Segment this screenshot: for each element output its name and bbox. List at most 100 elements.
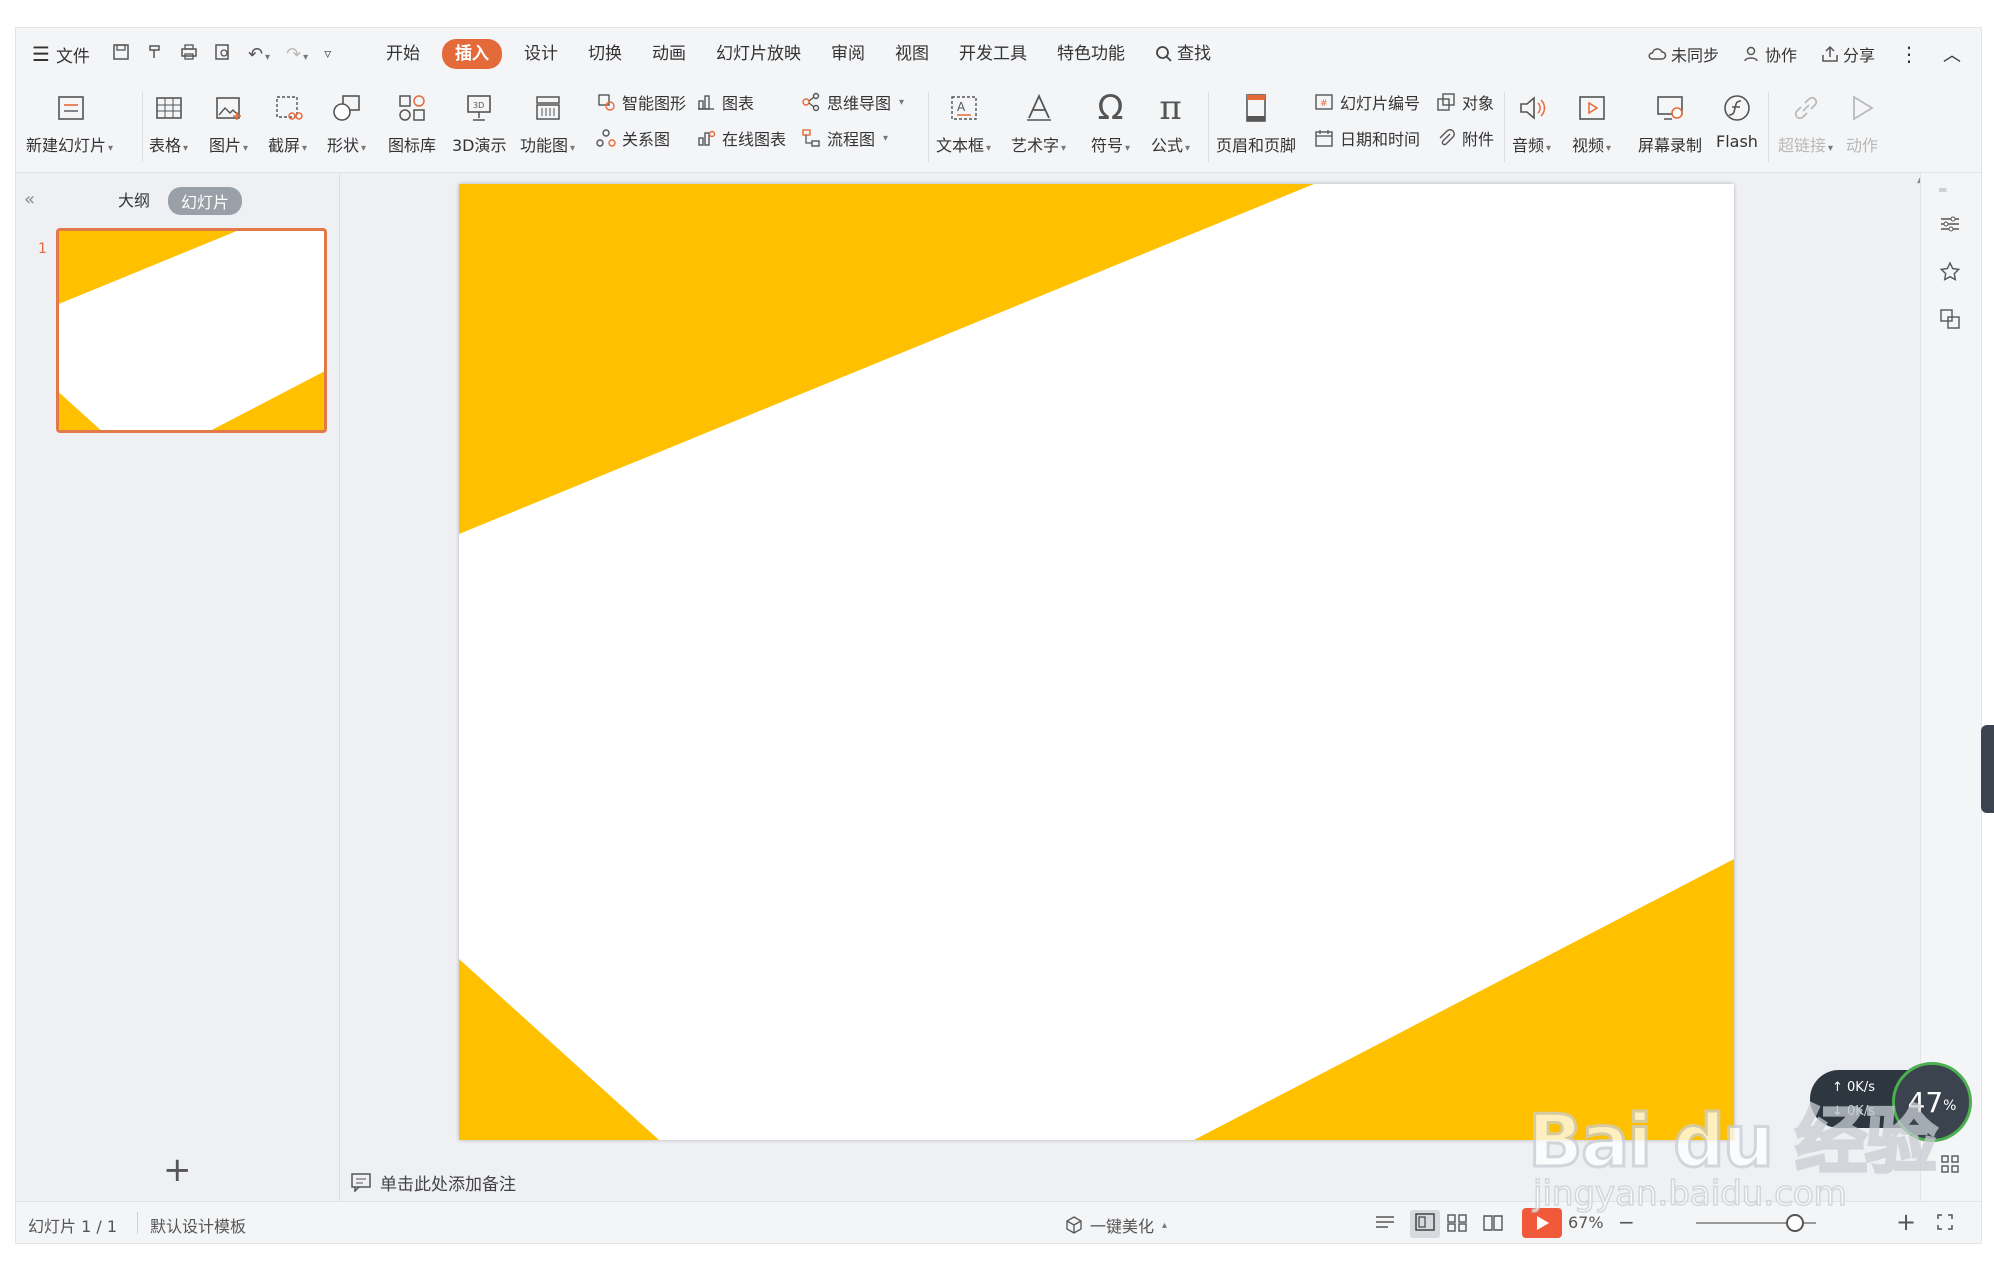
top-left-yellow-shape[interactable] [459,184,1314,534]
collapse-ribbon-icon[interactable]: ︿ [1943,41,1961,67]
grid-apps-icon[interactable] [1939,1153,1961,1179]
wordart-label: 艺术字 [1011,136,1060,155]
file-menu[interactable]: ☰ 文件 [32,42,90,67]
new-slide-button[interactable]: 新建幻灯片 ▾ [26,88,113,156]
wordart-button[interactable]: 艺术字 ▾ [1011,88,1066,156]
status-bar: 幻灯片 1 / 1 默认设计模板 一键美化 ▴ 67% − + [16,1201,1981,1243]
save-icon[interactable] [112,43,130,66]
shape-button[interactable]: 形状 ▾ [327,88,366,156]
panel-tabs: « 大纲 幻灯片 [16,185,339,215]
slide-number-button[interactable]: # 幻灯片编号 [1314,90,1420,114]
datetime-button[interactable]: 日期和时间 [1314,126,1420,150]
mindmap-button[interactable]: 思维导图 ▾ [801,90,904,114]
format-painter-icon[interactable] [146,43,164,66]
tab-transitions[interactable]: 切换 [573,39,637,69]
search-icon [1156,46,1172,62]
table-button[interactable]: 表格 ▾ [149,88,188,156]
collab-button[interactable]: 协作 [1743,42,1797,66]
customize-toolbar-icon[interactable]: ▿ [324,46,331,62]
more-icon[interactable]: ⋮ [1899,42,1919,66]
network-speed-widget[interactable]: ↑ 0K/s ↓ 0K/s 47% [1810,1062,1975,1142]
picture-button[interactable]: 图片 ▾ [209,88,248,156]
audio-label: 音频 [1512,136,1545,155]
zoom-level[interactable]: 67% [1568,1213,1604,1232]
side-dock-handle[interactable] [1981,725,1994,813]
zoom-out-icon[interactable]: − [1618,1210,1635,1234]
sync-button[interactable]: 未同步 [1647,42,1719,66]
flash-button[interactable]: Flash [1716,88,1758,151]
online-chart-button[interactable]: 在线图表 [696,126,786,150]
slide-1[interactable] [459,184,1734,1140]
properties-icon[interactable] [1939,213,1961,239]
slide-thumbnail[interactable] [56,228,327,433]
tab-review[interactable]: 审阅 [816,39,880,69]
screenshot-label: 截屏 [268,136,301,155]
share-button[interactable]: 分享 [1821,42,1875,66]
screen-record-button[interactable]: 屏幕录制 [1638,88,1702,156]
notes-toggle-icon[interactable] [1374,1213,1396,1235]
add-slide-button[interactable]: + [163,1153,192,1187]
collapse-panel-icon[interactable]: « [24,189,35,210]
attachment-button[interactable]: 附件 [1436,126,1494,150]
tab-outline[interactable]: 大纲 [118,187,150,211]
tab-view[interactable]: 视图 [880,39,944,69]
bottom-right-yellow-shape[interactable] [1194,859,1734,1140]
picture-label: 图片 [209,136,242,155]
tab-animations[interactable]: 动画 [637,39,701,69]
formula-button[interactable]: π 公式 ▾ [1151,88,1190,156]
template-name[interactable]: 默认设计模板 [150,1213,246,1237]
reading-view-icon[interactable] [1482,1213,1504,1237]
star-icon[interactable] [1939,261,1961,287]
play-slideshow-button[interactable] [1522,1208,1562,1238]
screenshot-icon [275,96,303,120]
relation-chart-icon [596,129,616,147]
tab-home[interactable]: 开始 [371,39,435,69]
flowchart-label: 流程图 [827,130,876,149]
slide-thumbnail-graphic [59,231,324,430]
symbol-button[interactable]: Ω 符号 ▾ [1091,88,1130,156]
new-slide-label: 新建幻灯片 [26,136,107,155]
sorter-view-icon[interactable] [1446,1213,1468,1237]
audio-button[interactable]: 音频 ▾ [1512,88,1551,156]
zoom-slider-knob[interactable] [1786,1214,1804,1232]
tab-developer[interactable]: 开发工具 [944,39,1042,69]
icon-library-button[interactable]: 图标库 [388,88,436,156]
chart-icon [698,95,714,110]
print-preview-icon[interactable] [214,43,232,66]
search-button[interactable]: 查找 [1140,39,1226,69]
notes-area[interactable]: 单击此处添加备注 [340,1163,1916,1201]
undo-icon[interactable]: ↶ ▾ [248,44,270,65]
zoom-in-icon[interactable]: + [1896,1208,1916,1236]
function-chart-button[interactable]: 功能图 ▾ [520,88,575,156]
chart-button[interactable]: 图表 [696,90,754,114]
header-footer-button[interactable]: 页眉和页脚 [1216,88,1296,156]
demo3d-button[interactable]: 3D 3D演示 [452,88,507,156]
hyperlink-button[interactable]: 超链接 ▾ [1778,88,1833,156]
print-icon[interactable] [180,43,198,66]
beautify-button[interactable]: 一键美化 ▴ [1064,1213,1167,1237]
smart-shape-button[interactable]: 智能图形 [596,90,686,114]
action-button[interactable]: 动作 [1846,88,1878,156]
bottom-left-yellow-shape[interactable] [459,959,659,1140]
picture-icon [215,97,241,120]
fit-window-icon[interactable] [1936,1213,1954,1235]
redo-icon[interactable]: ↷ ▾ [286,44,308,65]
tab-slideshow[interactable]: 幻灯片放映 [701,39,816,69]
screenshot-button[interactable]: 截屏 ▾ [268,88,307,156]
tab-insert[interactable]: 插入 [442,39,502,69]
tab-design[interactable]: 设计 [509,39,573,69]
tab-special[interactable]: 特色功能 [1042,39,1140,69]
slide-background-shapes [459,184,1734,1140]
svg-text:#: # [1320,99,1328,109]
icon-library-label: 图标库 [388,136,437,155]
flowchart-button[interactable]: 流程图 ▾ [801,126,888,150]
textbox-button[interactable]: A 文本框 ▾ [936,88,991,156]
video-button[interactable]: 视频 ▾ [1572,88,1611,156]
object-button[interactable]: 对象 [1436,90,1494,114]
mindmap-icon [802,92,820,112]
relation-chart-button[interactable]: 关系图 [596,126,670,150]
slide-thumbnail-number: 1 [38,241,47,257]
tab-slides[interactable]: 幻灯片 [168,187,243,215]
normal-view-icon[interactable] [1410,1210,1440,1238]
transform-icon[interactable] [1939,308,1961,334]
